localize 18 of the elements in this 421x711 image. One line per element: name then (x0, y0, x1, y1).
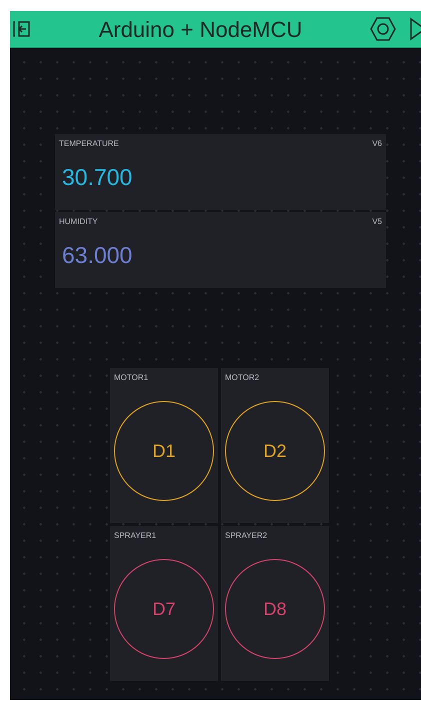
widget-label: MOTOR1 (114, 372, 148, 384)
settings-icon[interactable] (369, 16, 397, 42)
exit-icon[interactable] (12, 19, 32, 39)
widget-label: HUMIDITY (59, 216, 98, 228)
round-button[interactable]: D8 (225, 559, 325, 659)
widget-label: TEMPERATURE (59, 138, 119, 150)
project-title: Arduino + NodeMCU (98, 16, 304, 44)
play-icon[interactable] (409, 17, 421, 41)
value-text: 30.700 (62, 163, 132, 192)
pin-label: V6 (372, 138, 382, 150)
widget-label: SPRAYER2 (225, 530, 268, 542)
widget-label: SPRAYER1 (114, 530, 156, 542)
widget-label: MOTOR2 (225, 372, 260, 384)
round-button[interactable]: D2 (225, 401, 325, 501)
round-button[interactable]: D1 (114, 401, 214, 501)
pin-label: V5 (372, 216, 382, 228)
value-text: 63.000 (62, 241, 132, 270)
round-button[interactable]: D7 (114, 559, 214, 659)
